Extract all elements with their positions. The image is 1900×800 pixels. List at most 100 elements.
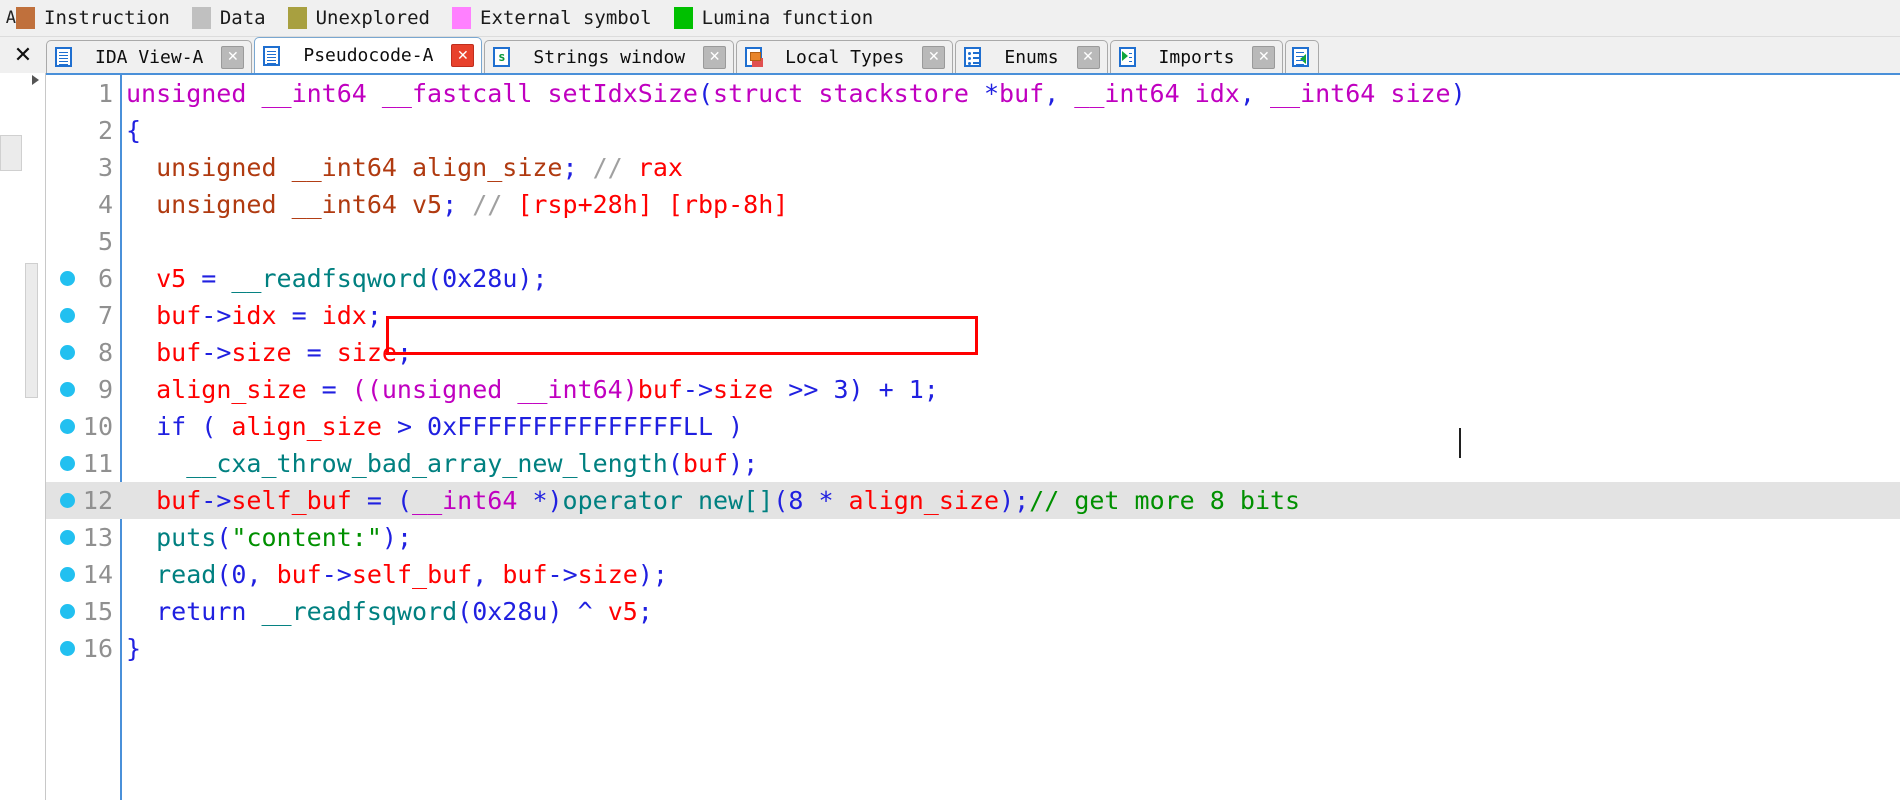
tab-enums[interactable]: Enums ✕: [955, 40, 1108, 73]
code-token: size: [577, 560, 638, 589]
code-text[interactable]: buf->size = size;: [118, 334, 1900, 371]
code-token: =: [291, 338, 337, 367]
code-token: ^: [562, 597, 608, 626]
data-color-swatch: [191, 7, 211, 29]
code-token: (: [427, 264, 443, 293]
breakpoint-icon[interactable]: [60, 641, 75, 656]
code-token: ;: [396, 338, 413, 367]
code-line[interactable]: 13 puts("content:");: [46, 519, 1900, 556]
tab-close-icon[interactable]: ✕: [703, 45, 727, 69]
code-token: ): [713, 412, 744, 441]
external-symbol-color-swatch: [452, 7, 471, 29]
breakpoint-icon[interactable]: [60, 382, 75, 397]
breakpoint-icon[interactable]: [60, 308, 75, 323]
code-text[interactable]: read(0, buf->self_buf, buf->size);: [118, 556, 1900, 593]
code-token: ->: [682, 375, 714, 404]
code-text[interactable]: if ( align_size > 0xFFFFFFFFFFFFFFFLL ): [118, 408, 1900, 445]
code-token: size: [231, 338, 292, 367]
code-text[interactable]: __cxa_throw_bad_array_new_length(buf);: [118, 445, 1900, 482]
tab-close-icon[interactable]: ✕: [1252, 45, 1276, 69]
code-text[interactable]: align_size = ((unsigned __int64)buf->siz…: [118, 371, 1900, 408]
code-text[interactable]: unsigned __int64 v5; // [rsp+28h] [rbp-8…: [118, 186, 1900, 223]
code-token: idx: [1194, 79, 1240, 108]
close-window-button[interactable]: ✕: [0, 37, 46, 73]
legend-item-instruction: Instruction: [16, 7, 192, 29]
code-token: ->: [201, 486, 232, 515]
code-line[interactable]: 15 return __readfsqword(0x28u) ^ v5;: [46, 593, 1900, 630]
breakpoint-icon[interactable]: [60, 456, 75, 471]
code-line[interactable]: 11 __cxa_throw_bad_array_new_length(buf)…: [46, 445, 1900, 482]
code-line[interactable]: 7 buf->idx = idx;: [46, 297, 1900, 334]
code-token: *: [803, 486, 849, 515]
code-line[interactable]: 12 buf->self_buf = (__int64 *)operator n…: [46, 482, 1900, 519]
code-token: buf: [999, 79, 1045, 108]
tab-label: Enums: [1004, 46, 1059, 68]
line-number: 16: [82, 634, 113, 663]
code-text[interactable]: buf->idx = idx;: [118, 297, 1900, 334]
code-token: =: [276, 301, 322, 330]
code-text[interactable]: buf->self_buf = (__int64 *)operator new[…: [118, 482, 1900, 519]
code-text[interactable]: unsigned __int64 __fastcall setIdxSize(s…: [118, 75, 1900, 112]
tab-close-icon[interactable]: ✕: [451, 44, 475, 67]
code-text[interactable]: return __readfsqword(0x28u) ^ v5;: [118, 593, 1900, 630]
code-token: align_size: [156, 375, 307, 404]
breakpoint-icon[interactable]: [60, 345, 75, 360]
tab-close-icon[interactable]: ✕: [1076, 45, 1100, 69]
breakpoint-icon[interactable]: [60, 530, 75, 545]
code-line[interactable]: 9 align_size = ((unsigned __int64)buf->s…: [46, 371, 1900, 408]
tab-pseudocode-a[interactable]: Pseudocode-A ✕: [254, 37, 483, 73]
code-token: ;: [442, 190, 458, 219]
code-token: [rsp+28h] [rbp-8h]: [517, 190, 789, 219]
pseudocode-editor[interactable]: 1 unsigned __int64 __fastcall setIdxSize(…: [46, 73, 1900, 800]
breakpoint-icon[interactable]: [60, 271, 75, 286]
code-line[interactable]: 8 buf->size = size;: [46, 334, 1900, 371]
code-token: __int64: [412, 486, 533, 515]
code-text[interactable]: {: [118, 112, 1900, 149]
collapse-arrow-icon[interactable]: [32, 75, 39, 85]
code-token: 0xFFFFFFFFFFFFFFFLL: [427, 412, 714, 441]
tab-imports[interactable]: Imports ✕: [1109, 40, 1284, 73]
code-text[interactable]: puts("content:");: [118, 519, 1900, 556]
breakpoint-icon[interactable]: [60, 604, 75, 619]
code-line[interactable]: 1 unsigned __int64 __fastcall setIdxSize(…: [46, 75, 1900, 112]
code-token: idx: [321, 301, 367, 330]
tab-close-icon[interactable]: ✕: [922, 45, 946, 69]
breakpoint-icon[interactable]: [60, 567, 75, 582]
tab-local-types[interactable]: Local Types ✕: [736, 40, 954, 73]
strings-icon: s: [491, 46, 513, 68]
code-line[interactable]: 3 unsigned __int64 align_size; // rax: [46, 149, 1900, 186]
tab-overflow-exports[interactable]: [1285, 40, 1320, 73]
tab-ida-view-a[interactable]: IDA View-A ✕: [46, 40, 253, 73]
code-token: __int64: [1074, 79, 1195, 108]
code-token: buf: [276, 560, 322, 589]
code-text[interactable]: v5 = __readfsqword(0x28u);: [118, 260, 1900, 297]
code-line[interactable]: 10 if ( align_size > 0xFFFFFFFFFFFFFFFLL…: [46, 408, 1900, 445]
code-token: __int64: [1269, 79, 1391, 108]
code-token: return: [156, 597, 262, 626]
exports-icon: [1290, 46, 1312, 68]
code-line[interactable]: 2{: [46, 112, 1900, 149]
breakpoint-icon[interactable]: [60, 419, 75, 434]
code-line[interactable]: 5: [46, 223, 1900, 260]
tab-close-icon[interactable]: ✕: [221, 45, 245, 69]
tab-strings-window[interactable]: s Strings window ✕: [484, 40, 735, 73]
local-types-icon: [743, 46, 765, 68]
breakpoint-icon[interactable]: [60, 493, 75, 508]
code-token: align_size: [231, 412, 382, 441]
code-token: puts: [156, 523, 217, 552]
line-number: 11: [82, 449, 113, 478]
code-token: ): [547, 597, 563, 626]
legend-label: Unexplored: [315, 7, 430, 29]
code-line[interactable]: 4 unsigned __int64 v5; // [rsp+28h] [rbp…: [46, 186, 1900, 223]
code-token: "content:": [231, 523, 382, 552]
document-icon: [261, 45, 283, 67]
code-line[interactable]: 16}: [46, 630, 1900, 667]
vertical-scrollbar-thumb[interactable]: [25, 263, 38, 398]
code-token: }: [126, 634, 142, 663]
code-text[interactable]: unsigned __int64 align_size; // rax: [118, 149, 1900, 186]
code-line[interactable]: 14 read(0, buf->self_buf, buf->size);: [46, 556, 1900, 593]
code-line[interactable]: 6 v5 = __readfsqword(0x28u);: [46, 260, 1900, 297]
code-token: ((unsigned __int64): [351, 375, 638, 404]
code-text[interactable]: }: [118, 630, 1900, 667]
